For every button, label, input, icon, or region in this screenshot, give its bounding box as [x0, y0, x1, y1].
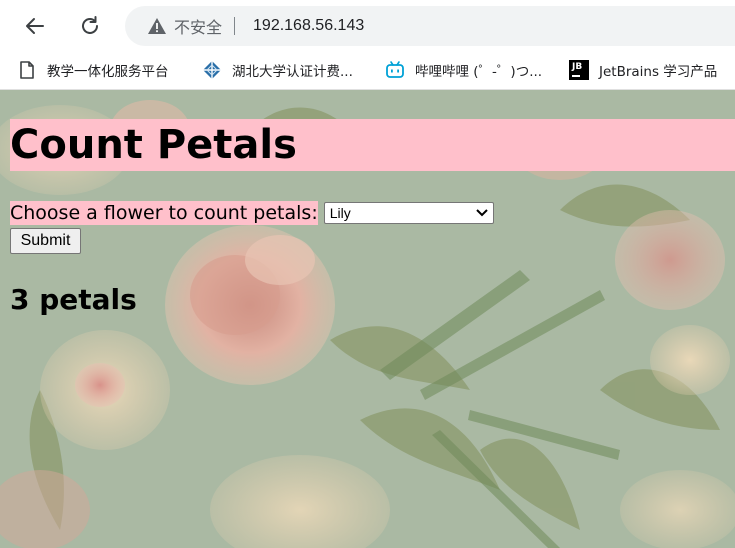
bookmark-bilibili[interactable]: 哔哩哔哩 (゜-゜)つ...: [385, 59, 542, 81]
bilibili-icon: [385, 60, 405, 80]
divider: [234, 17, 236, 35]
flower-select[interactable]: Lily: [323, 202, 494, 224]
browser-window: 不安全 192.168.56.143 教学一体化服务平台 湖北大学认证计费...…: [0, 0, 735, 548]
jetbrains-icon: JB: [569, 60, 589, 80]
document-icon: [17, 60, 37, 80]
browser-toolbar: 不安全 192.168.56.143: [0, 0, 735, 52]
warning-icon[interactable]: [147, 16, 167, 36]
flower-select-label: Choose a flower to count petals:: [10, 201, 318, 225]
reload-button[interactable]: [74, 10, 106, 42]
flower-form: Choose a flower to count petals: Lily: [10, 201, 494, 225]
bookmark-jetbrains[interactable]: JB JetBrains 学习产品: [569, 59, 717, 81]
flower-select-value: Lily: [329, 205, 351, 221]
back-button[interactable]: [19, 10, 51, 42]
url-text[interactable]: 192.168.56.143: [253, 17, 364, 35]
arrow-left-icon: [26, 18, 44, 34]
bookmark-teaching-platform[interactable]: 教学一体化服务平台: [17, 59, 169, 81]
bookmark-label: JetBrains 学习产品: [599, 64, 718, 80]
page-title: Count Petals: [10, 119, 735, 171]
bookmark-label: 湖北大学认证计费...: [232, 64, 353, 80]
bookmark-label: 哔哩哔哩 (゜-゜)つ...: [415, 64, 543, 80]
bookmark-label: 教学一体化服务平台: [47, 64, 169, 80]
address-bar[interactable]: 不安全 192.168.56.143: [125, 6, 735, 46]
chevron-down-icon: [476, 209, 488, 217]
bookmark-hubu-auth[interactable]: 湖北大学认证计费...: [202, 59, 353, 81]
security-status[interactable]: 不安全: [174, 14, 222, 38]
page-viewport: Count Petals Choose a flower to count pe…: [0, 90, 735, 548]
submit-button[interactable]: Submit: [10, 228, 81, 254]
diamond-logo-icon: [202, 60, 222, 80]
reload-icon: [82, 16, 98, 34]
bookmarks-bar: 教学一体化服务平台 湖北大学认证计费... 哔哩哔哩 (゜-゜)つ... JB …: [0, 52, 735, 90]
petal-count-result: 3 petals: [10, 283, 137, 316]
